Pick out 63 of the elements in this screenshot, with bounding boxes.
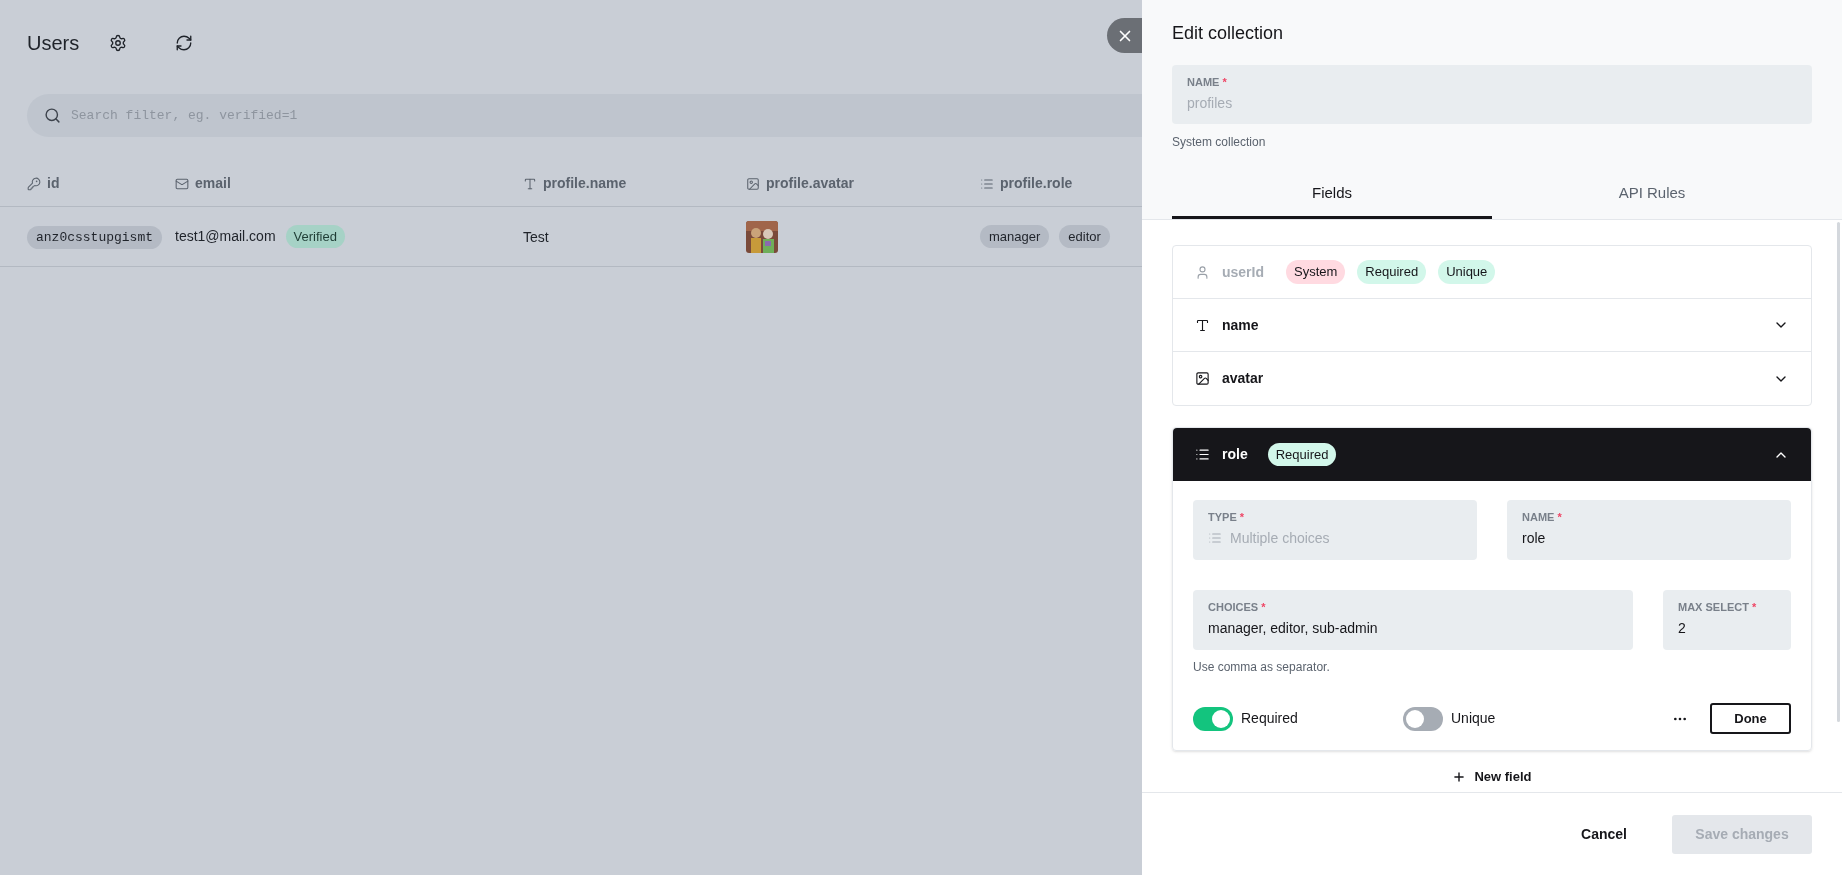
field-row[interactable]: avatar	[1173, 352, 1811, 405]
done-button[interactable]: Done	[1710, 703, 1791, 734]
field-badge: Required	[1267, 442, 1337, 467]
field-label: CHOICES *	[1208, 602, 1267, 613]
tab[interactable]: Fields	[1172, 171, 1492, 219]
field-badge: Required	[1357, 260, 1427, 284]
column-header[interactable]: id	[47, 173, 60, 194]
list-icon	[1195, 447, 1210, 462]
field-label: NAME *	[1522, 512, 1563, 523]
field-value: role	[1522, 529, 1546, 548]
settings-icon[interactable]	[109, 34, 128, 52]
field-label: TYPE *	[1208, 512, 1246, 523]
toggle-label: Required	[1241, 709, 1298, 728]
table-cell: Test	[523, 228, 549, 245]
column-header[interactable]: profile.name	[543, 173, 627, 194]
key-icon	[27, 176, 41, 191]
input-field[interactable]: CHOICES * manager, editor, sub-admin	[1193, 590, 1633, 650]
column-header[interactable]: email	[195, 173, 231, 194]
mail-icon	[175, 176, 189, 191]
user-icon	[1195, 264, 1210, 280]
toggle-label: Unique	[1451, 709, 1496, 728]
new-field-button[interactable]: New field	[1452, 767, 1532, 787]
text-icon	[523, 176, 537, 191]
field-badge: System	[1286, 260, 1346, 284]
field-header[interactable]: role Required	[1173, 428, 1811, 481]
search-icon	[44, 107, 61, 124]
image-icon	[1195, 371, 1210, 386]
field-name: avatar	[1222, 369, 1264, 388]
field-name: role	[1222, 445, 1248, 464]
column-header[interactable]: profile.avatar	[766, 173, 854, 194]
role-chip: manager	[980, 224, 1050, 249]
verified-badge: Verified	[285, 224, 345, 249]
field-value: Multiple choices	[1230, 529, 1330, 548]
plus-icon	[1452, 769, 1467, 784]
helper-text: Use comma as separator.	[1193, 659, 1331, 676]
field-badge: Unique	[1438, 260, 1496, 284]
toggle-switch[interactable]	[1403, 706, 1443, 731]
helper-text: System collection	[1172, 134, 1267, 151]
table-cell-text: test1@mail.com	[175, 227, 276, 246]
cancel-button[interactable]: Cancel	[1571, 814, 1637, 854]
role-chip: editor	[1059, 224, 1110, 249]
text-icon	[1195, 317, 1210, 333]
scrollbar[interactable]	[1837, 222, 1840, 722]
field-name: userId	[1222, 262, 1264, 282]
refresh-icon[interactable]	[175, 34, 194, 52]
field-name: name	[1222, 315, 1259, 335]
panel-title: Edit collection	[1172, 22, 1285, 45]
field-row[interactable]: name	[1173, 299, 1811, 352]
field-value: profiles	[1187, 94, 1233, 113]
field-value: 2	[1678, 619, 1686, 638]
list-icon	[980, 176, 994, 191]
field-value: manager, editor, sub-admin	[1208, 619, 1378, 638]
id-chip: anz0csstupgismt	[27, 225, 163, 250]
input-field[interactable]: MAX SELECT * 2	[1663, 590, 1791, 650]
page-title: Users	[27, 31, 80, 56]
field-label: MAX SELECT *	[1678, 602, 1758, 613]
image-icon	[746, 176, 760, 191]
column-header[interactable]: profile.role	[1000, 173, 1073, 194]
tab[interactable]: API Rules	[1492, 171, 1812, 219]
field-label: NAME *	[1187, 77, 1228, 88]
toggle-switch[interactable]	[1193, 706, 1233, 731]
input-field[interactable]: NAME * role	[1507, 500, 1791, 560]
list-icon	[1208, 531, 1222, 545]
